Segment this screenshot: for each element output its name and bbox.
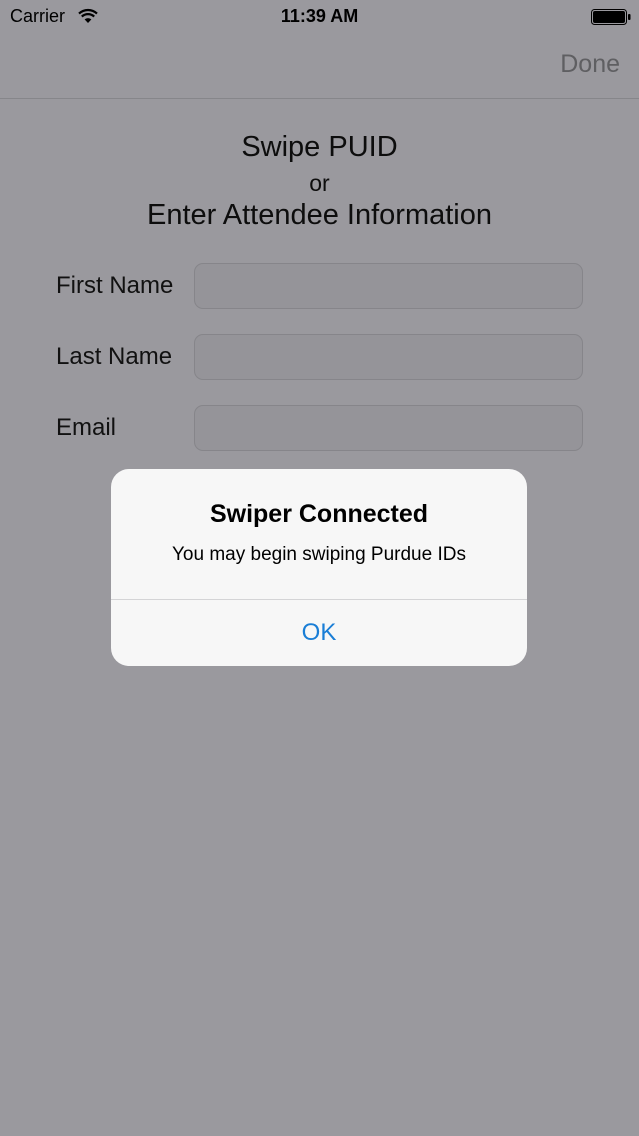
email-field[interactable] <box>194 405 583 451</box>
status-bar: Carrier 11:39 AM <box>0 0 639 34</box>
alert-ok-button[interactable]: OK <box>111 600 527 666</box>
first-name-field[interactable] <box>194 263 583 309</box>
email-label: Email <box>56 414 117 441</box>
first-name-label: First Name <box>56 272 174 299</box>
last-name-field[interactable] <box>194 334 583 380</box>
header-enter-attendee-info: Enter Attendee Information <box>147 199 492 231</box>
done-button[interactable]: Done <box>560 50 620 79</box>
header-swipe-puid: Swipe PUID <box>241 131 398 163</box>
last-name-label: Last Name <box>56 343 173 370</box>
alert-title: Swiper Connected <box>209 500 429 528</box>
navigation-bar: Done <box>0 34 639 99</box>
alert-message: You may begin swiping Purdue IDs <box>172 544 466 565</box>
header-or: or <box>309 170 330 196</box>
alert-dialog: Swiper Connected You may begin swiping P… <box>111 469 527 666</box>
screen: Carrier 11:39 AM Done Swipe PUID or Ente… <box>0 0 639 1136</box>
battery-icon <box>591 9 631 25</box>
status-time: 11:39 AM <box>280 6 359 26</box>
